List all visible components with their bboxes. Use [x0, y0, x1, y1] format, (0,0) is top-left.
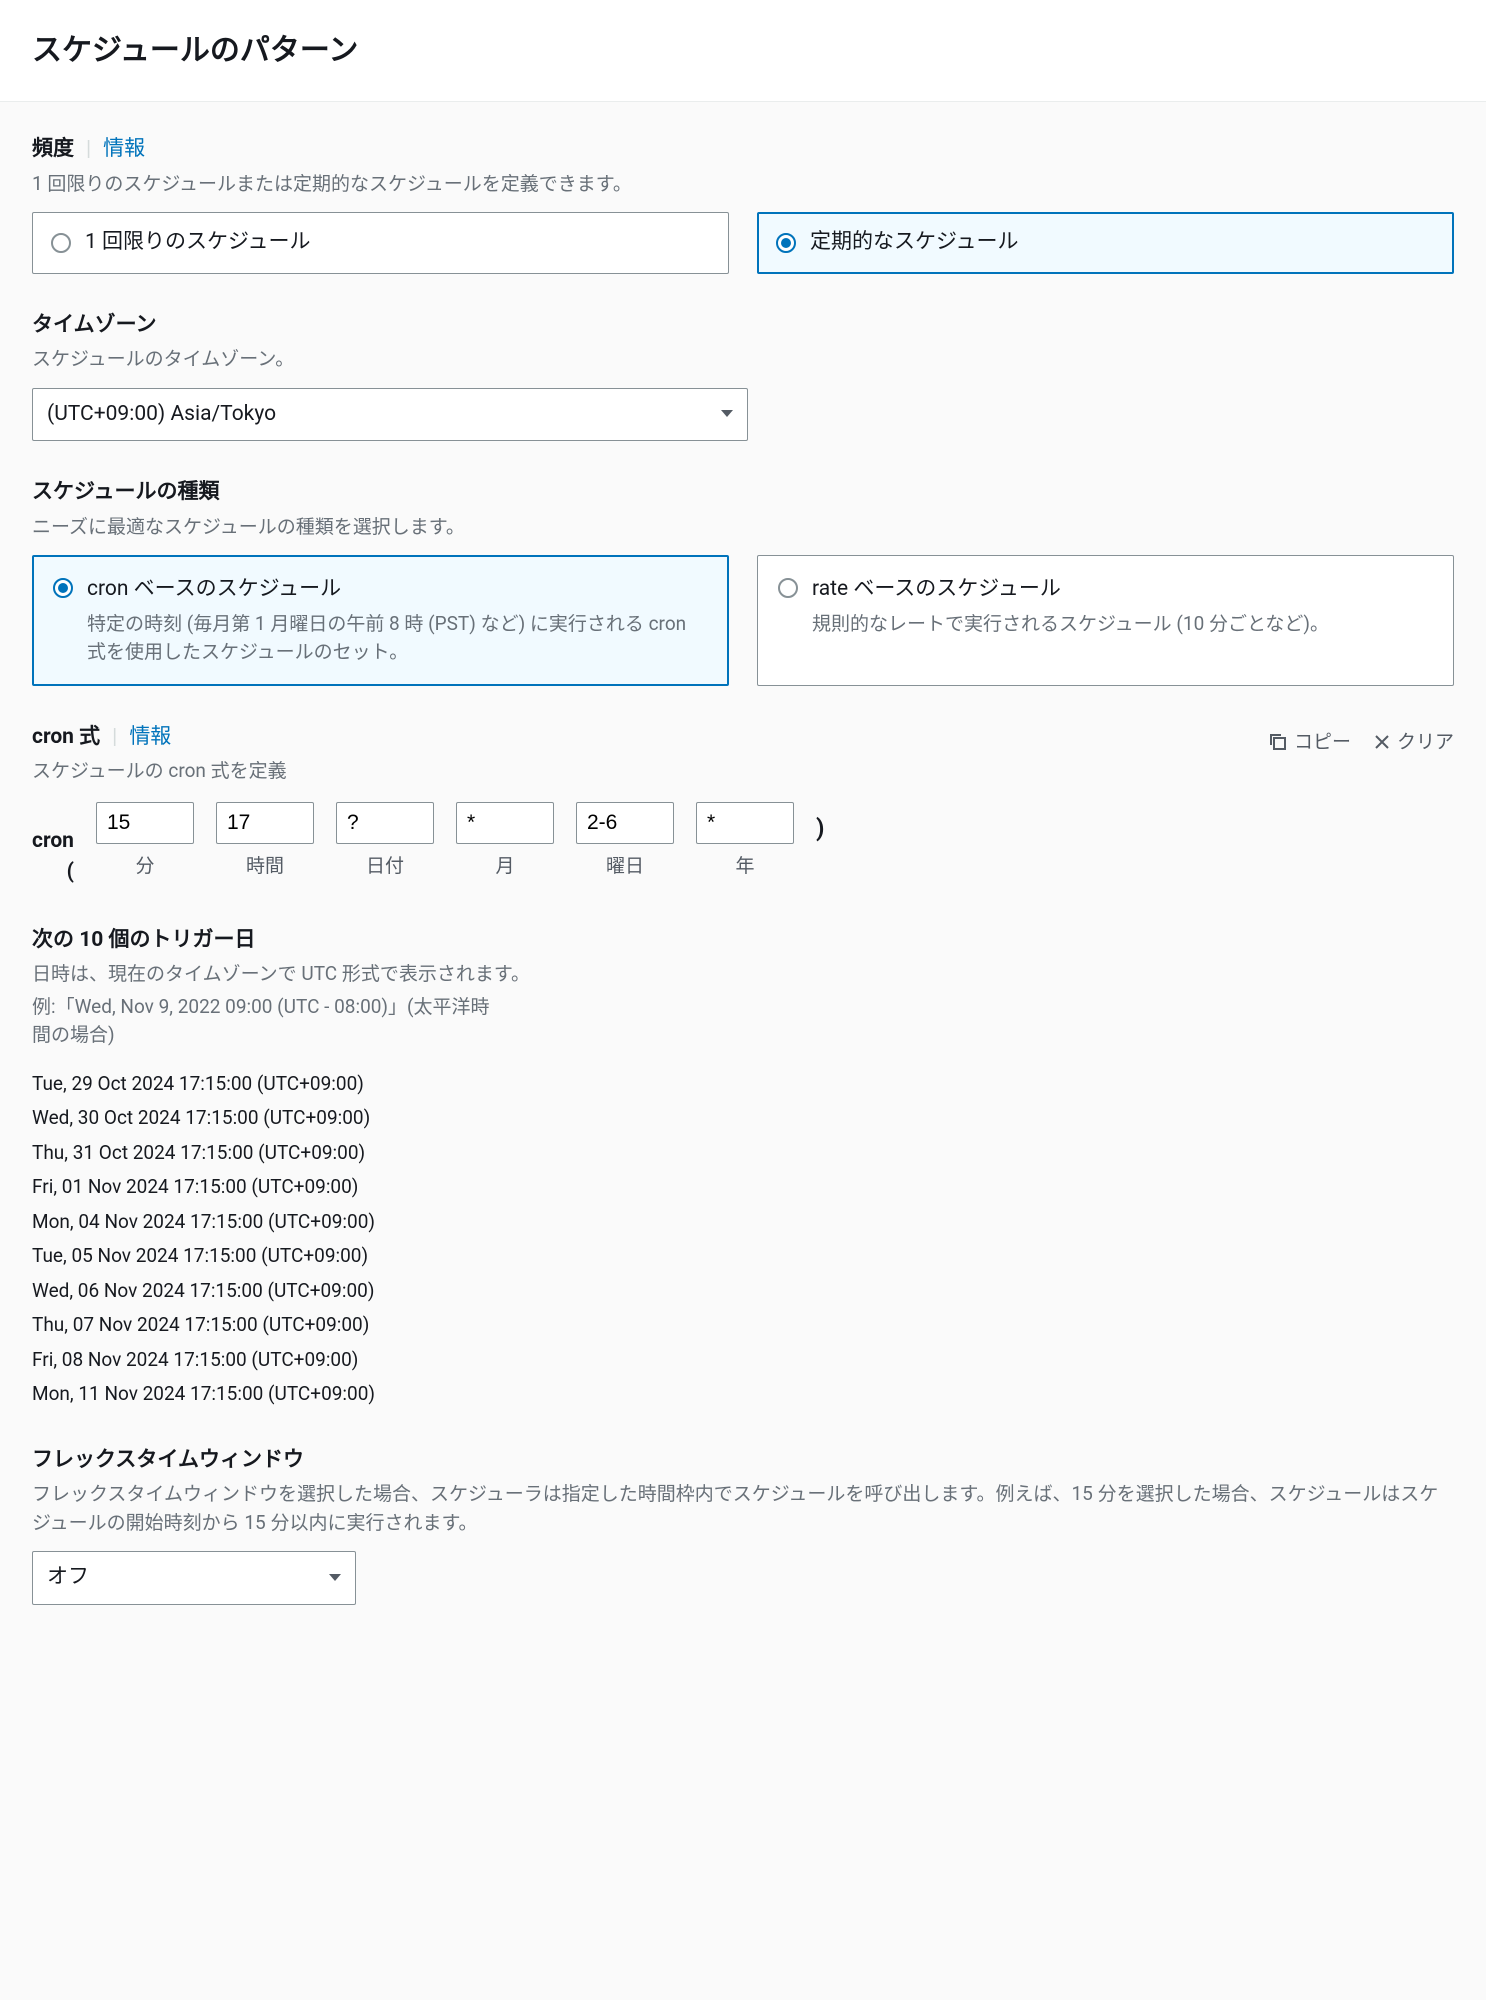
flex-window-select[interactable]: オフ — [32, 1551, 356, 1605]
cron-section: cron 式 | 情報 スケジュールの cron 式を定義 コピー — [32, 722, 1454, 889]
frequency-info-link[interactable]: 情報 — [103, 134, 145, 166]
timezone-helper: スケジュールのタイムゾーン。 — [32, 345, 1454, 374]
flex-window-label: フレックスタイムウィンドウ — [32, 1445, 1454, 1477]
cron-prefix: cron ( — [32, 802, 74, 889]
cron-option-desc: 特定の時刻 (毎月第 1 月曜日の午前 8 時 (PST) など) に実行される… — [87, 610, 708, 667]
flex-window-section: フレックスタイムウィンドウ フレックスタイムウィンドウを選択した場合、スケジュー… — [32, 1445, 1454, 1605]
copy-icon — [1268, 732, 1288, 752]
cron-hour-unit: 時間 — [246, 852, 284, 881]
frequency-recurring-option[interactable]: 定期的なスケジュール — [757, 212, 1454, 274]
trigger-item: Tue, 29 Oct 2024 17:15:00 (UTC+09:00) — [32, 1070, 1454, 1099]
timezone-label: タイムゾーン — [32, 310, 1454, 342]
rate-option-desc: 規則的なレートで実行されるスケジュール (10 分ごとなど)。 — [812, 610, 1329, 639]
radio-icon — [776, 233, 796, 253]
cron-month-input[interactable] — [456, 802, 554, 844]
triggers-section: 次の 10 個のトリガー日 日時は、現在のタイムゾーンで UTC 形式で表示され… — [32, 925, 1454, 1409]
radio-icon — [53, 578, 73, 598]
frequency-section: 頻度 | 情報 1 回限りのスケジュールまたは定期的なスケジュールを定義できます… — [32, 134, 1454, 274]
content: 頻度 | 情報 1 回限りのスケジュールまたは定期的なスケジュールを定義できます… — [0, 102, 1486, 1673]
schedule-type-cron-option[interactable]: cron ベースのスケジュール 特定の時刻 (毎月第 1 月曜日の午前 8 時 … — [32, 555, 729, 686]
page-title: スケジュールのパターン — [32, 28, 1454, 73]
cron-minute-unit: 分 — [135, 852, 154, 881]
cron-info-link[interactable]: 情報 — [129, 722, 171, 754]
divider: | — [86, 134, 91, 166]
cron-day-of-week-unit: 曜日 — [606, 852, 644, 881]
copy-button[interactable]: コピー — [1268, 728, 1351, 757]
close-icon — [1373, 733, 1391, 751]
flex-window-helper: フレックスタイムウィンドウを選択した場合、スケジューラは指定した時間枠内でスケジ… — [32, 1480, 1454, 1537]
cron-hour-input[interactable] — [216, 802, 314, 844]
schedule-type-rate-option[interactable]: rate ベースのスケジュール 規則的なレートで実行されるスケジュール (10 … — [757, 555, 1454, 686]
cron-day-of-month-input[interactable] — [336, 802, 434, 844]
trigger-item: Wed, 06 Nov 2024 17:15:00 (UTC+09:00) — [32, 1277, 1454, 1306]
flex-window-value: オフ — [47, 1562, 89, 1594]
trigger-item: Fri, 01 Nov 2024 17:15:00 (UTC+09:00) — [32, 1173, 1454, 1202]
radio-icon — [51, 233, 71, 253]
timezone-value: (UTC+09:00) Asia/Tokyo — [47, 399, 276, 431]
cron-suffix: ) — [816, 802, 824, 846]
trigger-item: Wed, 30 Oct 2024 17:15:00 (UTC+09:00) — [32, 1104, 1454, 1133]
cron-year-unit: 年 — [735, 852, 754, 881]
divider: | — [112, 722, 117, 754]
schedule-type-label: スケジュールの種類 — [32, 477, 1454, 509]
cron-day-of-week-input[interactable] — [576, 802, 674, 844]
cron-year-input[interactable] — [696, 802, 794, 844]
triggers-helper2: 例:「Wed, Nov 9, 2022 09:00 (UTC - 08:00)」… — [32, 993, 492, 1050]
cron-helper: スケジュールの cron 式を定義 — [32, 757, 287, 786]
cron-month-unit: 月 — [495, 852, 514, 881]
frequency-one-time-option[interactable]: 1 回限りのスケジュール — [32, 212, 729, 274]
frequency-one-time-label: 1 回限りのスケジュール — [85, 227, 311, 259]
cron-day-of-month-unit: 日付 — [366, 852, 404, 881]
cron-minute-input[interactable] — [96, 802, 194, 844]
frequency-label: 頻度 — [32, 134, 74, 166]
trigger-item: Mon, 04 Nov 2024 17:15:00 (UTC+09:00) — [32, 1208, 1454, 1237]
triggers-helper1: 日時は、現在のタイムゾーンで UTC 形式で表示されます。 — [32, 960, 1454, 989]
trigger-list: Tue, 29 Oct 2024 17:15:00 (UTC+09:00) We… — [32, 1070, 1454, 1409]
schedule-type-section: スケジュールの種類 ニーズに最適なスケジュールの種類を選択します。 cron ベ… — [32, 477, 1454, 686]
clear-label: クリア — [1397, 728, 1454, 757]
rate-option-title: rate ベースのスケジュール — [812, 574, 1329, 606]
page-header: スケジュールのパターン — [0, 0, 1486, 102]
triggers-label: 次の 10 個のトリガー日 — [32, 925, 1454, 957]
frequency-recurring-label: 定期的なスケジュール — [810, 227, 1019, 259]
cron-label: cron 式 — [32, 722, 100, 754]
timezone-section: タイムゾーン スケジュールのタイムゾーン。 (UTC+09:00) Asia/T… — [32, 310, 1454, 442]
copy-label: コピー — [1294, 728, 1351, 757]
trigger-item: Thu, 31 Oct 2024 17:15:00 (UTC+09:00) — [32, 1139, 1454, 1168]
cron-option-title: cron ベースのスケジュール — [87, 574, 708, 606]
trigger-item: Thu, 07 Nov 2024 17:15:00 (UTC+09:00) — [32, 1311, 1454, 1340]
timezone-select[interactable]: (UTC+09:00) Asia/Tokyo — [32, 388, 748, 442]
trigger-item: Tue, 05 Nov 2024 17:15:00 (UTC+09:00) — [32, 1242, 1454, 1271]
trigger-item: Fri, 08 Nov 2024 17:15:00 (UTC+09:00) — [32, 1346, 1454, 1375]
schedule-type-helper: ニーズに最適なスケジュールの種類を選択します。 — [32, 513, 1454, 542]
clear-button[interactable]: クリア — [1373, 728, 1454, 757]
trigger-item: Mon, 11 Nov 2024 17:15:00 (UTC+09:00) — [32, 1380, 1454, 1409]
radio-icon — [778, 578, 798, 598]
frequency-helper: 1 回限りのスケジュールまたは定期的なスケジュールを定義できます。 — [32, 170, 1454, 199]
